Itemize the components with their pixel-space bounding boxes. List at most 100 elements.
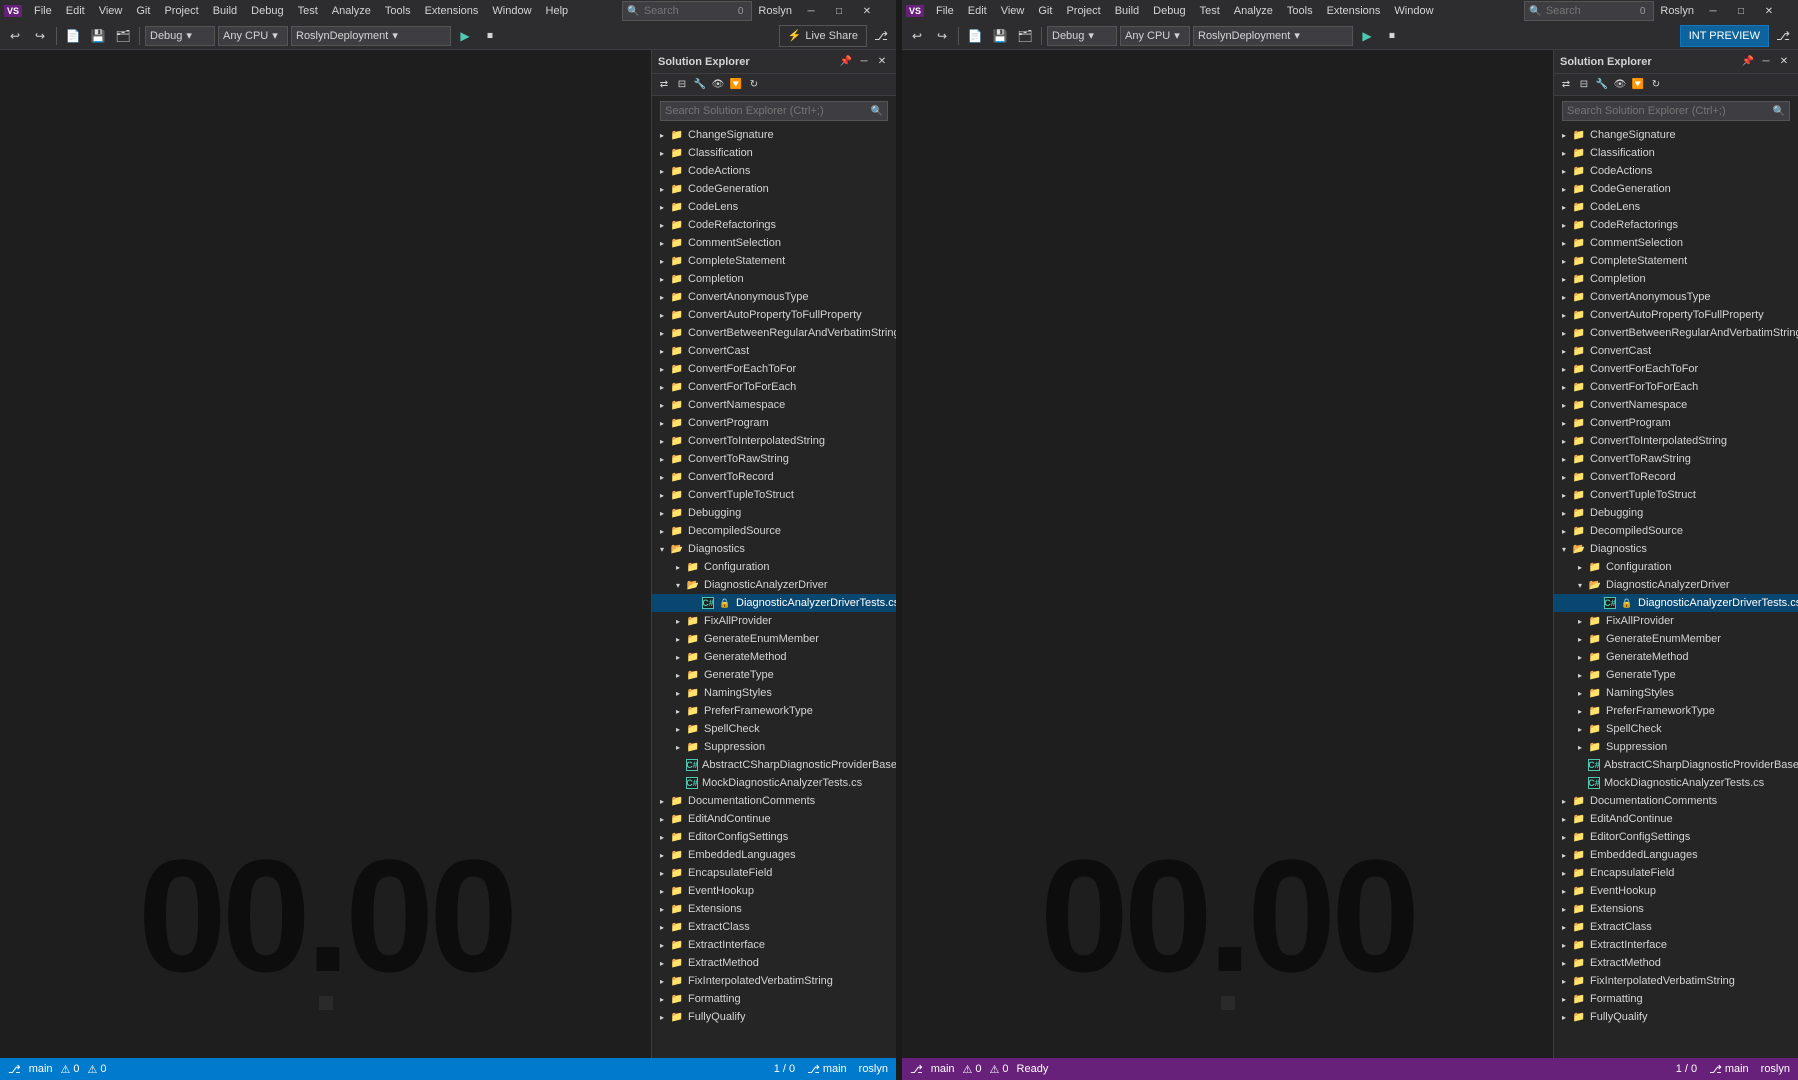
play-btn-left[interactable]: ▶: [454, 25, 476, 47]
menu-analyze-right[interactable]: Analyze: [1228, 3, 1279, 19]
tree-item[interactable]: C#🔒DiagnosticAnalyzerDriverTests.cs: [1554, 594, 1798, 612]
search-input-bar-right[interactable]: 🔍: [1562, 101, 1790, 121]
save-btn-right[interactable]: 💾: [989, 25, 1011, 47]
tree-item[interactable]: ▸📁ExtractInterface: [652, 936, 896, 954]
tree-item[interactable]: ▸📁FullyQualify: [652, 1008, 896, 1026]
tree-item[interactable]: ▸📁Formatting: [652, 990, 896, 1008]
menu-window-left[interactable]: Window: [486, 3, 537, 19]
menu-project-right[interactable]: Project: [1060, 3, 1106, 19]
right-editor[interactable]: 00.00: [902, 50, 1553, 1058]
filter-btn-left[interactable]: 🔽: [728, 77, 744, 93]
undo-btn-left[interactable]: ↩: [4, 25, 26, 47]
tree-item[interactable]: ▸📁FullyQualify: [1554, 1008, 1798, 1026]
tree-item[interactable]: ▸📁Formatting: [1554, 990, 1798, 1008]
menu-edit-left[interactable]: Edit: [60, 3, 91, 19]
top-search-left[interactable]: 🔍 0: [622, 1, 752, 21]
tree-item[interactable]: ▸📁CodeRefactorings: [1554, 216, 1798, 234]
tree-item[interactable]: ▸📁ConvertForToForEach: [1554, 378, 1798, 396]
left-editor[interactable]: 00.00: [0, 50, 651, 1058]
tree-item[interactable]: ▸📁ConvertNamespace: [652, 396, 896, 414]
project-left[interactable]: RoslynDeployment ▾: [291, 26, 451, 46]
tree-item[interactable]: ▸📁ConvertAnonymousType: [652, 288, 896, 306]
menu-edit-right[interactable]: Edit: [962, 3, 993, 19]
tree-item[interactable]: ▸📁CommentSelection: [652, 234, 896, 252]
top-search-input-left[interactable]: [644, 5, 734, 17]
top-search-right[interactable]: 🔍 0: [1524, 1, 1654, 21]
tree-item[interactable]: ▸📁GenerateMethod: [1554, 648, 1798, 666]
props-btn-right[interactable]: 🔧: [1594, 77, 1610, 93]
redo-btn-right[interactable]: ↪: [931, 25, 953, 47]
menu-tools-left[interactable]: Tools: [379, 3, 417, 19]
tree-item[interactable]: ▸📁PreferFrameworkType: [652, 702, 896, 720]
tree-item[interactable]: ▸📁ConvertAnonymousType: [1554, 288, 1798, 306]
new-file-btn-left[interactable]: 📄: [62, 25, 84, 47]
menu-extensions-left[interactable]: Extensions: [419, 3, 485, 19]
panel-close-left[interactable]: ✕: [874, 54, 890, 70]
live-share-btn-left[interactable]: ⚡ Live Share: [779, 25, 867, 47]
tree-item[interactable]: ▸📁CodeActions: [1554, 162, 1798, 180]
menu-git-right[interactable]: Git: [1032, 3, 1058, 19]
stop-btn-left[interactable]: ⏹: [479, 25, 501, 47]
filter-btn-right[interactable]: 🔽: [1630, 77, 1646, 93]
platform-left[interactable]: Any CPU ▾: [218, 26, 288, 46]
tree-item[interactable]: ▾📂DiagnosticAnalyzerDriver: [1554, 576, 1798, 594]
tree-item[interactable]: ▾📂Diagnostics: [652, 540, 896, 558]
redo-btn-left[interactable]: ↪: [29, 25, 51, 47]
project-right[interactable]: RoslynDeployment ▾: [1193, 26, 1353, 46]
menu-debug-right[interactable]: Debug: [1147, 3, 1191, 19]
tree-item[interactable]: ▸📁ConvertCast: [1554, 342, 1798, 360]
menu-analyze-left[interactable]: Analyze: [326, 3, 377, 19]
panel-pin-right[interactable]: 📌: [1740, 54, 1756, 70]
tree-item[interactable]: ▾📂DiagnosticAnalyzerDriver: [652, 576, 896, 594]
menu-tools-right[interactable]: Tools: [1281, 3, 1319, 19]
tree-item[interactable]: ▸📁ExtractInterface: [1554, 936, 1798, 954]
tree-item[interactable]: ▸📁Extensions: [1554, 900, 1798, 918]
branch-name-right[interactable]: main: [931, 1063, 955, 1075]
tree-item[interactable]: ▸📁NamingStyles: [652, 684, 896, 702]
tree-item[interactable]: ▸📁GenerateType: [652, 666, 896, 684]
tree-item[interactable]: ▸📁EditorConfigSettings: [1554, 828, 1798, 846]
tree-item[interactable]: ▸📁Suppression: [652, 738, 896, 756]
errors-left[interactable]: ⚠ 0: [61, 1063, 80, 1076]
tree-item[interactable]: ▸📁CodeGeneration: [652, 180, 896, 198]
tree-item[interactable]: ▸📁FixAllProvider: [652, 612, 896, 630]
tree-item[interactable]: ▸📁EditAndContinue: [1554, 810, 1798, 828]
tree-item[interactable]: ▸📁ConvertTupleToStruct: [652, 486, 896, 504]
tree-item[interactable]: ▸📁Configuration: [652, 558, 896, 576]
close-btn-right[interactable]: ✕: [1756, 1, 1782, 21]
branch-left2[interactable]: ⎇ main: [807, 1063, 847, 1076]
tree-item[interactable]: ▸📁CodeGeneration: [1554, 180, 1798, 198]
save-all-btn-right[interactable]: 🗂: [1014, 25, 1036, 47]
sync-btn-left[interactable]: ⇄: [656, 77, 672, 93]
menu-test-right[interactable]: Test: [1194, 3, 1226, 19]
refresh-btn-right[interactable]: ↻: [1648, 77, 1664, 93]
tree-item[interactable]: ▸📁SpellCheck: [652, 720, 896, 738]
tree-item[interactable]: C#AbstractCSharpDiagnosticProviderBase: [1554, 756, 1798, 774]
tree-item[interactable]: ▸📁GenerateType: [1554, 666, 1798, 684]
tree-item[interactable]: ▸📁Extensions: [652, 900, 896, 918]
menu-project-left[interactable]: Project: [158, 3, 204, 19]
tree-item[interactable]: ▸📁DecompiledSource: [652, 522, 896, 540]
menu-help-left[interactable]: Help: [540, 3, 575, 19]
tree-item[interactable]: ▸📁ConvertToRawString: [1554, 450, 1798, 468]
tree-item[interactable]: ▸📁ConvertCast: [652, 342, 896, 360]
panel-min-left[interactable]: ─: [856, 54, 872, 70]
menu-build-left[interactable]: Build: [207, 3, 243, 19]
tree-item[interactable]: ▸📁Completion: [1554, 270, 1798, 288]
tree-item[interactable]: ▸📁EmbeddedLanguages: [1554, 846, 1798, 864]
tree-item[interactable]: ▸📁EncapsulateField: [1554, 864, 1798, 882]
tree-item[interactable]: ▸📁GenerateMethod: [652, 648, 896, 666]
refresh-btn-left[interactable]: ↻: [746, 77, 762, 93]
tree-item[interactable]: ▸📁ConvertBetweenRegularAndVerbatimString: [652, 324, 896, 342]
tree-item[interactable]: ▸📁Debugging: [1554, 504, 1798, 522]
preview-btn-left[interactable]: 👁: [710, 77, 726, 93]
tree-item[interactable]: ▸📁ConvertToRecord: [1554, 468, 1798, 486]
menu-build-right[interactable]: Build: [1109, 3, 1145, 19]
save-all-btn-left[interactable]: 🗂: [112, 25, 134, 47]
tree-item[interactable]: ▸📁Configuration: [1554, 558, 1798, 576]
tree-item[interactable]: ▸📁ConvertForEachToFor: [652, 360, 896, 378]
tree-item[interactable]: ▸📁DecompiledSource: [1554, 522, 1798, 540]
props-btn-left[interactable]: 🔧: [692, 77, 708, 93]
tree-item[interactable]: ▸📁CodeActions: [652, 162, 896, 180]
tree-item[interactable]: ▸📁Classification: [1554, 144, 1798, 162]
